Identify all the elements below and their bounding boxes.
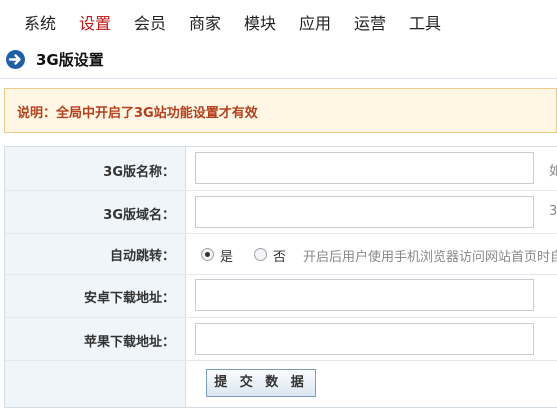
nav-item-apps[interactable]: 应用 <box>299 10 331 34</box>
arrow-right-circle-icon <box>6 50 25 69</box>
nav-item-members[interactable]: 会员 <box>134 10 166 34</box>
notice-text: 说明：全局中开启了3G站功能设置才有效 <box>17 106 258 121</box>
auto-redirect-hint: 开启后用户使用手机浏览器访问网站首页时自 <box>303 250 557 265</box>
top-nav: 系统 设置 会员 商家 模块 应用 运营 工具 <box>0 0 557 42</box>
site-domain-input[interactable] <box>195 196 534 228</box>
apple-url-input[interactable] <box>195 323 534 355</box>
redirect-yes-radio[interactable] <box>201 248 214 261</box>
notice-box: 说明：全局中开启了3G站功能设置才有效 <box>4 88 557 133</box>
site-name-label: 3G版名称： <box>103 165 175 180</box>
redirect-no-label[interactable]: 否 <box>273 246 286 265</box>
site-name-input[interactable] <box>195 152 534 184</box>
nav-item-tools[interactable]: 工具 <box>409 10 441 34</box>
nav-item-settings[interactable]: 设置 <box>79 10 111 34</box>
row-divider <box>5 190 557 191</box>
row-divider <box>5 360 557 361</box>
nav-item-operations[interactable]: 运营 <box>354 10 386 34</box>
apple-url-label: 苹果下载地址： <box>83 335 175 350</box>
settings-form: 3G版名称： 如 3G版域名： 3 自动跳转： 是 否 开启后用户使用手机浏览器… <box>4 146 557 408</box>
redirect-no-radio[interactable] <box>254 248 267 261</box>
nav-item-system[interactable]: 系统 <box>24 10 56 34</box>
redirect-yes-label[interactable]: 是 <box>220 246 233 265</box>
page-title: 3G版设置 <box>36 51 104 69</box>
radio-selected-dot <box>205 252 210 257</box>
site-domain-label: 3G版域名： <box>103 208 175 223</box>
site-name-hint: 如 <box>549 164 557 179</box>
submit-button[interactable]: 提 交 数 据 <box>206 369 316 397</box>
site-domain-hint: 3 <box>549 204 557 219</box>
android-url-label: 安卓下载地址： <box>83 291 175 306</box>
row-divider <box>5 274 557 275</box>
row-divider <box>5 233 557 234</box>
row-divider <box>5 317 557 318</box>
nav-item-merchants[interactable]: 商家 <box>189 10 221 34</box>
nav-item-modules[interactable]: 模块 <box>244 10 276 34</box>
label-column <box>5 147 186 407</box>
section-header: 3G版设置 <box>0 42 557 79</box>
android-url-input[interactable] <box>195 279 534 311</box>
auto-redirect-label: 自动跳转： <box>109 249 175 264</box>
